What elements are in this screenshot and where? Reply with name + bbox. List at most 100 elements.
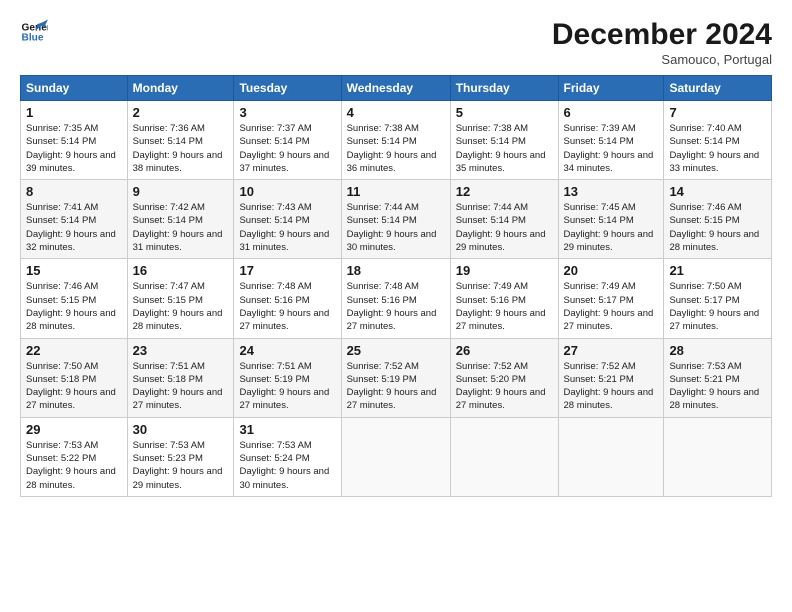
table-row: 23 Sunrise: 7:51 AM Sunset: 5:18 PM Dayli… — [127, 338, 234, 417]
calendar-week-row: 29 Sunrise: 7:53 AM Sunset: 5:22 PM Dayli… — [21, 417, 772, 496]
day-detail: Sunrise: 7:52 AM Sunset: 5:20 PM Dayligh… — [456, 360, 553, 413]
day-detail: Sunrise: 7:38 AM Sunset: 5:14 PM Dayligh… — [456, 122, 553, 175]
calendar-table: Sunday Monday Tuesday Wednesday Thursday… — [20, 75, 772, 497]
table-row — [558, 417, 664, 496]
logo: General Blue — [20, 18, 48, 46]
day-detail: Sunrise: 7:52 AM Sunset: 5:19 PM Dayligh… — [347, 360, 445, 413]
table-row: 17Sunrise: 7:48 AM Sunset: 5:16 PM Dayli… — [234, 259, 341, 338]
table-row: 3 Sunrise: 7:37 AM Sunset: 5:14 PM Daylig… — [234, 101, 341, 180]
header-friday: Friday — [558, 76, 664, 101]
day-number: 7 — [669, 105, 766, 120]
day-detail: Sunrise: 7:41 AM Sunset: 5:14 PM Dayligh… — [26, 201, 122, 254]
table-row: 24 Sunrise: 7:51 AM Sunset: 5:19 PM Dayli… — [234, 338, 341, 417]
day-detail: Sunrise: 7:38 AM Sunset: 5:14 PM Dayligh… — [347, 122, 445, 175]
day-number: 29 — [26, 422, 122, 437]
calendar-week-row: 8 Sunrise: 7:41 AM Sunset: 5:14 PM Daylig… — [21, 180, 772, 259]
day-number: 24 — [239, 343, 335, 358]
day-number: 20 — [564, 263, 659, 278]
day-detail: Sunrise: 7:51 AM Sunset: 5:18 PM Dayligh… — [133, 360, 229, 413]
weekday-header-row: Sunday Monday Tuesday Wednesday Thursday… — [21, 76, 772, 101]
table-row: 18Sunrise: 7:48 AM Sunset: 5:16 PM Dayli… — [341, 259, 450, 338]
day-number: 11 — [347, 184, 445, 199]
table-row: 7Sunrise: 7:40 AM Sunset: 5:14 PM Daylig… — [664, 101, 772, 180]
day-number: 14 — [669, 184, 766, 199]
day-detail: Sunrise: 7:42 AM Sunset: 5:14 PM Dayligh… — [133, 201, 229, 254]
day-number: 18 — [347, 263, 445, 278]
day-detail: Sunrise: 7:53 AM Sunset: 5:22 PM Dayligh… — [26, 439, 122, 492]
day-detail: Sunrise: 7:53 AM Sunset: 5:21 PM Dayligh… — [669, 360, 766, 413]
day-number: 13 — [564, 184, 659, 199]
table-row: 9 Sunrise: 7:42 AM Sunset: 5:14 PM Daylig… — [127, 180, 234, 259]
day-detail: Sunrise: 7:36 AM Sunset: 5:14 PM Dayligh… — [133, 122, 229, 175]
table-row: 5Sunrise: 7:38 AM Sunset: 5:14 PM Daylig… — [450, 101, 558, 180]
table-row: 14 Sunrise: 7:46 AM Sunset: 5:15 PM Dayli… — [664, 180, 772, 259]
day-detail: Sunrise: 7:49 AM Sunset: 5:17 PM Dayligh… — [564, 280, 659, 333]
table-row: 25 Sunrise: 7:52 AM Sunset: 5:19 PM Dayli… — [341, 338, 450, 417]
day-number: 19 — [456, 263, 553, 278]
day-detail: Sunrise: 7:44 AM Sunset: 5:14 PM Dayligh… — [347, 201, 445, 254]
table-row: 4 Sunrise: 7:38 AM Sunset: 5:14 PM Daylig… — [341, 101, 450, 180]
table-row: 8 Sunrise: 7:41 AM Sunset: 5:14 PM Daylig… — [21, 180, 128, 259]
table-row: 30 Sunrise: 7:53 AM Sunset: 5:23 PM Dayli… — [127, 417, 234, 496]
header-row: General Blue December 2024 Samouco, Port… — [20, 18, 772, 67]
table-row: 31 Sunrise: 7:53 AM Sunset: 5:24 PM Dayli… — [234, 417, 341, 496]
table-row: 2 Sunrise: 7:36 AM Sunset: 5:14 PM Daylig… — [127, 101, 234, 180]
day-detail: Sunrise: 7:53 AM Sunset: 5:24 PM Dayligh… — [239, 439, 335, 492]
month-title: December 2024 — [552, 18, 772, 52]
day-number: 30 — [133, 422, 229, 437]
header-wednesday: Wednesday — [341, 76, 450, 101]
main-container: General Blue December 2024 Samouco, Port… — [0, 0, 792, 507]
table-row: 1Sunrise: 7:35 AM Sunset: 5:14 PM Daylig… — [21, 101, 128, 180]
calendar-week-row: 22 Sunrise: 7:50 AM Sunset: 5:18 PM Dayli… — [21, 338, 772, 417]
header-saturday: Saturday — [664, 76, 772, 101]
day-detail: Sunrise: 7:43 AM Sunset: 5:14 PM Dayligh… — [239, 201, 335, 254]
day-number: 22 — [26, 343, 122, 358]
day-number: 15 — [26, 263, 122, 278]
day-number: 3 — [239, 105, 335, 120]
location-subtitle: Samouco, Portugal — [552, 52, 772, 67]
table-row: 13 Sunrise: 7:45 AM Sunset: 5:14 PM Dayli… — [558, 180, 664, 259]
day-number: 31 — [239, 422, 335, 437]
day-number: 2 — [133, 105, 229, 120]
day-number: 9 — [133, 184, 229, 199]
day-detail: Sunrise: 7:48 AM Sunset: 5:16 PM Dayligh… — [239, 280, 335, 333]
day-detail: Sunrise: 7:45 AM Sunset: 5:14 PM Dayligh… — [564, 201, 659, 254]
table-row: 16Sunrise: 7:47 AM Sunset: 5:15 PM Dayli… — [127, 259, 234, 338]
table-row: 21Sunrise: 7:50 AM Sunset: 5:17 PM Dayli… — [664, 259, 772, 338]
day-detail: Sunrise: 7:50 AM Sunset: 5:18 PM Dayligh… — [26, 360, 122, 413]
table-row: 6 Sunrise: 7:39 AM Sunset: 5:14 PM Daylig… — [558, 101, 664, 180]
day-number: 4 — [347, 105, 445, 120]
table-row: 20 Sunrise: 7:49 AM Sunset: 5:17 PM Dayli… — [558, 259, 664, 338]
header-thursday: Thursday — [450, 76, 558, 101]
day-number: 6 — [564, 105, 659, 120]
day-detail: Sunrise: 7:50 AM Sunset: 5:17 PM Dayligh… — [669, 280, 766, 333]
table-row: 27Sunrise: 7:52 AM Sunset: 5:21 PM Dayli… — [558, 338, 664, 417]
day-detail: Sunrise: 7:44 AM Sunset: 5:14 PM Dayligh… — [456, 201, 553, 254]
day-detail: Sunrise: 7:37 AM Sunset: 5:14 PM Dayligh… — [239, 122, 335, 175]
day-detail: Sunrise: 7:39 AM Sunset: 5:14 PM Dayligh… — [564, 122, 659, 175]
table-row — [664, 417, 772, 496]
day-number: 26 — [456, 343, 553, 358]
table-row: 28 Sunrise: 7:53 AM Sunset: 5:21 PM Dayli… — [664, 338, 772, 417]
logo-icon: General Blue — [20, 18, 48, 46]
calendar-week-row: 1Sunrise: 7:35 AM Sunset: 5:14 PM Daylig… — [21, 101, 772, 180]
day-detail: Sunrise: 7:35 AM Sunset: 5:14 PM Dayligh… — [26, 122, 122, 175]
day-number: 23 — [133, 343, 229, 358]
header-monday: Monday — [127, 76, 234, 101]
day-detail: Sunrise: 7:53 AM Sunset: 5:23 PM Dayligh… — [133, 439, 229, 492]
day-number: 16 — [133, 263, 229, 278]
header-tuesday: Tuesday — [234, 76, 341, 101]
day-detail: Sunrise: 7:46 AM Sunset: 5:15 PM Dayligh… — [669, 201, 766, 254]
day-detail: Sunrise: 7:51 AM Sunset: 5:19 PM Dayligh… — [239, 360, 335, 413]
table-row — [341, 417, 450, 496]
table-row: 10Sunrise: 7:43 AM Sunset: 5:14 PM Dayli… — [234, 180, 341, 259]
day-number: 25 — [347, 343, 445, 358]
table-row: 11 Sunrise: 7:44 AM Sunset: 5:14 PM Dayli… — [341, 180, 450, 259]
table-row: 19Sunrise: 7:49 AM Sunset: 5:16 PM Dayli… — [450, 259, 558, 338]
table-row — [450, 417, 558, 496]
day-number: 12 — [456, 184, 553, 199]
day-number: 8 — [26, 184, 122, 199]
day-number: 27 — [564, 343, 659, 358]
day-number: 28 — [669, 343, 766, 358]
table-row: 22 Sunrise: 7:50 AM Sunset: 5:18 PM Dayli… — [21, 338, 128, 417]
